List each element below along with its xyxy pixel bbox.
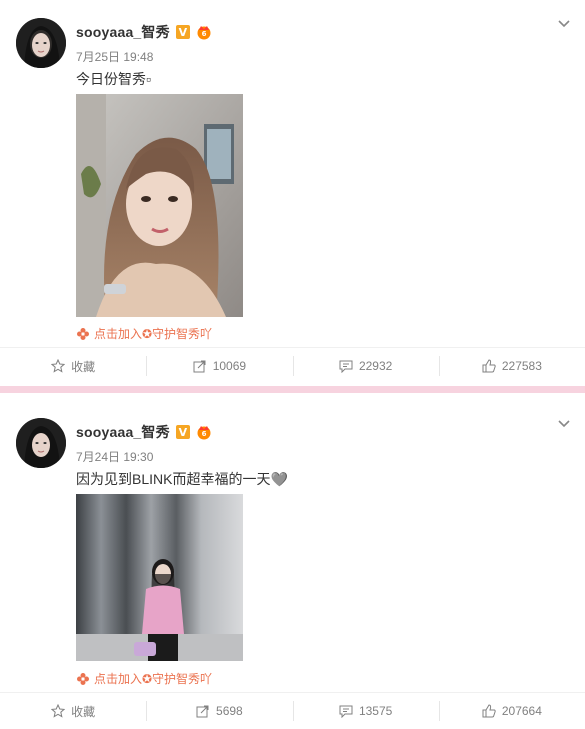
thumbs-up-icon [482, 704, 496, 718]
author-row: sooyaaa_智秀 V 6 [76, 22, 212, 42]
post-text: 今日份智秀▫ [76, 71, 151, 87]
post-time[interactable]: 7月25日 19:48 [76, 48, 153, 65]
supertopic-label: 点击加入✪守护智秀吖 [94, 672, 213, 686]
comment-icon [339, 359, 353, 373]
post-text: 因为见到BLINK而超幸福的一天🩶 [76, 471, 288, 487]
post-time[interactable]: 7月24日 19:30 [76, 448, 153, 465]
comment-button[interactable]: 22932 [292, 348, 439, 384]
username[interactable]: sooyaaa_智秀 [76, 22, 170, 42]
avatar[interactable] [16, 18, 66, 68]
favorite-label: 收藏 [71, 704, 96, 719]
supertopic-link[interactable]: 点击加入✪守护智秀吖 [76, 325, 212, 342]
comment-icon [339, 704, 353, 718]
verified-v-icon: V [175, 425, 190, 439]
post-photo[interactable] [76, 94, 243, 317]
svg-text:6: 6 [201, 30, 206, 38]
action-bar: 收藏 5698 13575 207664 [0, 692, 585, 729]
author-row: sooyaaa_智秀 V 6 [76, 422, 212, 442]
vip-crown-icon[interactable]: 6 [196, 424, 212, 440]
favorite-button[interactable]: 收藏 [0, 693, 146, 729]
thumbs-up-icon [482, 359, 496, 373]
repost-button[interactable]: 5698 [146, 693, 292, 729]
like-count: 227583 [501, 359, 542, 373]
vip-crown-icon[interactable]: 6 [196, 24, 212, 40]
repost-button[interactable]: 10069 [146, 348, 292, 384]
comment-count: 22932 [358, 359, 393, 373]
action-bar: 收藏 10069 22932 227583 [0, 347, 585, 384]
repost-icon [193, 359, 207, 373]
username[interactable]: sooyaaa_智秀 [76, 422, 170, 442]
chevron-down-icon[interactable] [557, 16, 571, 30]
repost-count: 5698 [216, 704, 243, 718]
star-icon [51, 704, 66, 718]
post-separator [0, 381, 585, 402]
verified-v-icon: V [175, 25, 190, 39]
weibo-post: sooyaaa_智秀 V 6 7月25日 19:48 今日份智秀▫ 点击加入✪守… [0, 0, 585, 381]
repost-icon [196, 704, 210, 718]
supertopic-label: 点击加入✪守护智秀吖 [94, 327, 213, 341]
svg-text:6: 6 [201, 430, 206, 438]
supertopic-link[interactable]: 点击加入✪守护智秀吖 [76, 670, 212, 687]
comment-button[interactable]: 13575 [292, 693, 439, 729]
post-photo[interactable] [76, 494, 243, 661]
flower-icon [76, 327, 90, 341]
like-button[interactable]: 207664 [438, 693, 585, 729]
star-icon [51, 359, 66, 373]
like-count: 207664 [501, 704, 542, 718]
avatar[interactable] [16, 418, 66, 468]
chevron-down-icon[interactable] [557, 416, 571, 430]
weibo-post: sooyaaa_智秀 V 6 7月24日 19:30 因为见到BLINK而超幸福… [0, 402, 585, 728]
flower-icon [76, 672, 90, 686]
favorite-label: 收藏 [71, 359, 96, 374]
comment-count: 13575 [358, 704, 393, 718]
favorite-button[interactable]: 收藏 [0, 348, 146, 384]
repost-count: 10069 [212, 359, 247, 373]
like-button[interactable]: 227583 [438, 348, 585, 384]
